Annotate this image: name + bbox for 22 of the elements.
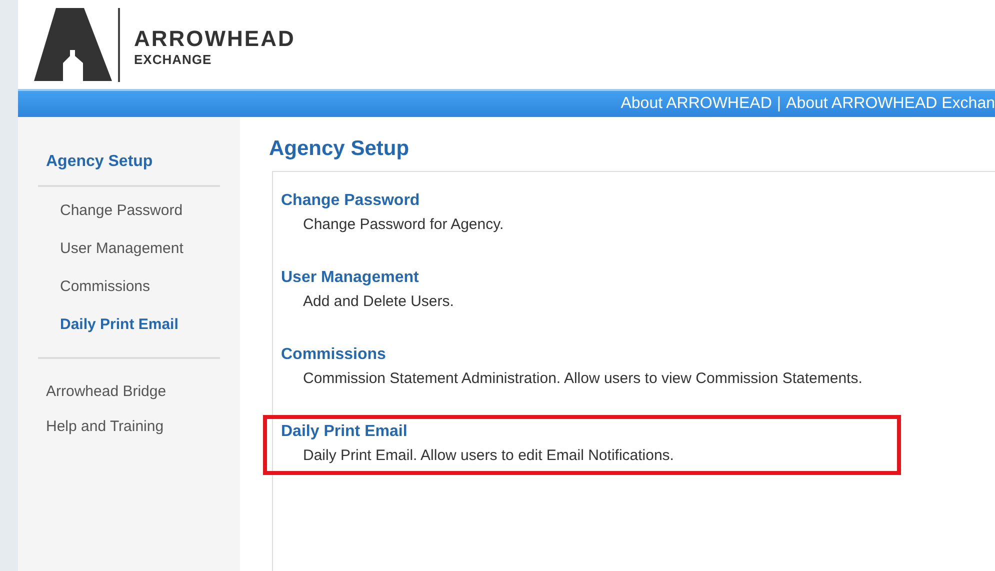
sidebar-item[interactable]: Change Password bbox=[38, 199, 220, 237]
setting-description: Daily Print Email. Allow users to edit Email Notifications. bbox=[303, 447, 675, 465]
logo-name: ARROWHEAD bbox=[134, 26, 296, 51]
link-separator: | bbox=[776, 95, 782, 114]
top-bar-link[interactable]: About ARROWHEAD Exchan bbox=[786, 95, 995, 114]
sidebar-item[interactable]: Daily Print Email bbox=[38, 313, 220, 351]
logo-tagline: EXCHANGE bbox=[134, 50, 213, 69]
setting-link[interactable]: User Management bbox=[281, 267, 419, 289]
setting-link[interactable]: Daily Print Email bbox=[281, 421, 408, 443]
sidebar-heading[interactable]: Agency Setup bbox=[38, 147, 220, 185]
setting-link[interactable]: Change Password bbox=[281, 190, 420, 212]
setting-description: Change Password for Agency. bbox=[303, 216, 505, 234]
sidebar-link[interactable]: Arrowhead Bridge bbox=[38, 373, 220, 408]
setting-description: Commission Statement Administration. Allow users to view Commission Statements. bbox=[303, 370, 864, 388]
setting-link[interactable]: Commissions bbox=[281, 344, 386, 366]
setting-description: Add and Delete Users. bbox=[303, 293, 455, 311]
sidebar-link[interactable]: Help and Training bbox=[38, 408, 220, 443]
sidebar-item[interactable]: Commissions bbox=[38, 275, 220, 313]
logo-icon bbox=[34, 8, 112, 82]
page-title: Agency Setup bbox=[269, 137, 410, 161]
top-bar-link[interactable]: About ARROWHEAD bbox=[620, 95, 772, 114]
sidebar-item[interactable]: User Management bbox=[38, 237, 220, 275]
